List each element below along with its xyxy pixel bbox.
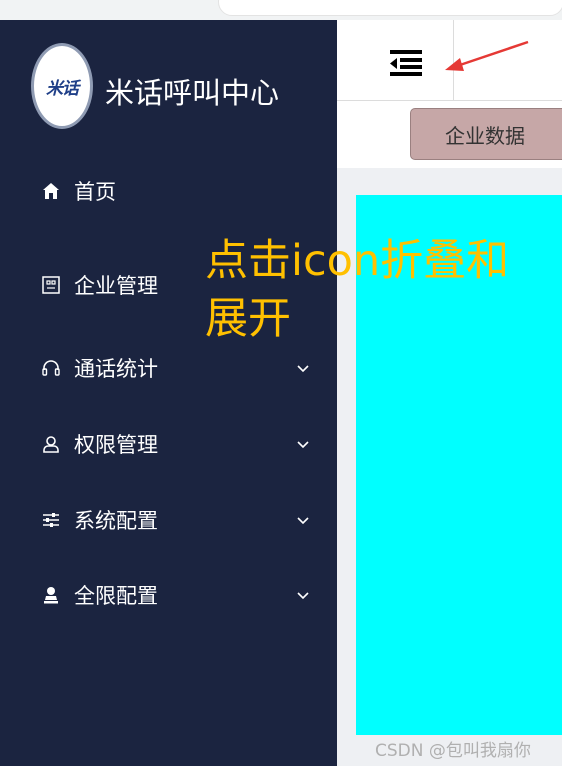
sidebar-item-label: 首页 bbox=[74, 180, 116, 204]
sidebar-toggle-button[interactable] bbox=[337, 20, 454, 100]
sidebar-item-home[interactable]: 首页 bbox=[40, 171, 310, 211]
watermark: CSDN @包叫我扇你 bbox=[375, 741, 531, 761]
home-icon bbox=[40, 180, 62, 202]
sidebar-item-label: 通话统计 bbox=[74, 357, 158, 381]
sidebar-item-label: 企业管理 bbox=[74, 274, 158, 298]
brand-title: 米话呼叫中心 bbox=[105, 76, 280, 110]
tab-bar: 企业数据 bbox=[337, 101, 562, 168]
sidebar-item-permissions[interactable]: 权限管理 bbox=[40, 424, 310, 464]
sidebar-item-label: 系统配置 bbox=[74, 509, 158, 533]
logo: 米话 bbox=[31, 43, 95, 129]
sidebar-item-label: 权限管理 bbox=[74, 433, 158, 457]
logo-circle: 米话 bbox=[31, 43, 93, 129]
chevron-down-icon bbox=[296, 586, 310, 605]
chevron-down-icon bbox=[296, 511, 310, 530]
annotation-text: 点击icon折叠和展开 bbox=[205, 236, 510, 344]
annotation-arrow bbox=[445, 40, 529, 71]
logo-text: 米话 bbox=[46, 78, 79, 99]
chevron-down-icon bbox=[296, 359, 310, 378]
user-icon bbox=[40, 433, 62, 455]
sidebar-item-system-config[interactable]: 系统配置 bbox=[40, 500, 310, 540]
chevron-down-icon bbox=[296, 435, 310, 454]
tab-enterprise-data[interactable]: 企业数据 bbox=[410, 108, 562, 160]
person-icon bbox=[40, 584, 62, 606]
sliders-icon bbox=[40, 509, 62, 531]
sidebar-item-label: 全限配置 bbox=[74, 584, 158, 608]
building-icon bbox=[40, 274, 62, 296]
menu-fold-icon[interactable] bbox=[390, 50, 422, 80]
browser-top-bar bbox=[0, 0, 562, 21]
browser-address-bar[interactable] bbox=[218, 0, 562, 16]
sidebar-item-call-stats[interactable]: 通话统计 bbox=[40, 348, 310, 388]
sidebar-item-full-config[interactable]: 全限配置 bbox=[40, 575, 310, 615]
sidebar: 米话 米话呼叫中心 首页 企业管理 通话统计 权限管理 系统配置 全限配置 bbox=[0, 20, 337, 766]
headset-icon bbox=[40, 357, 62, 379]
